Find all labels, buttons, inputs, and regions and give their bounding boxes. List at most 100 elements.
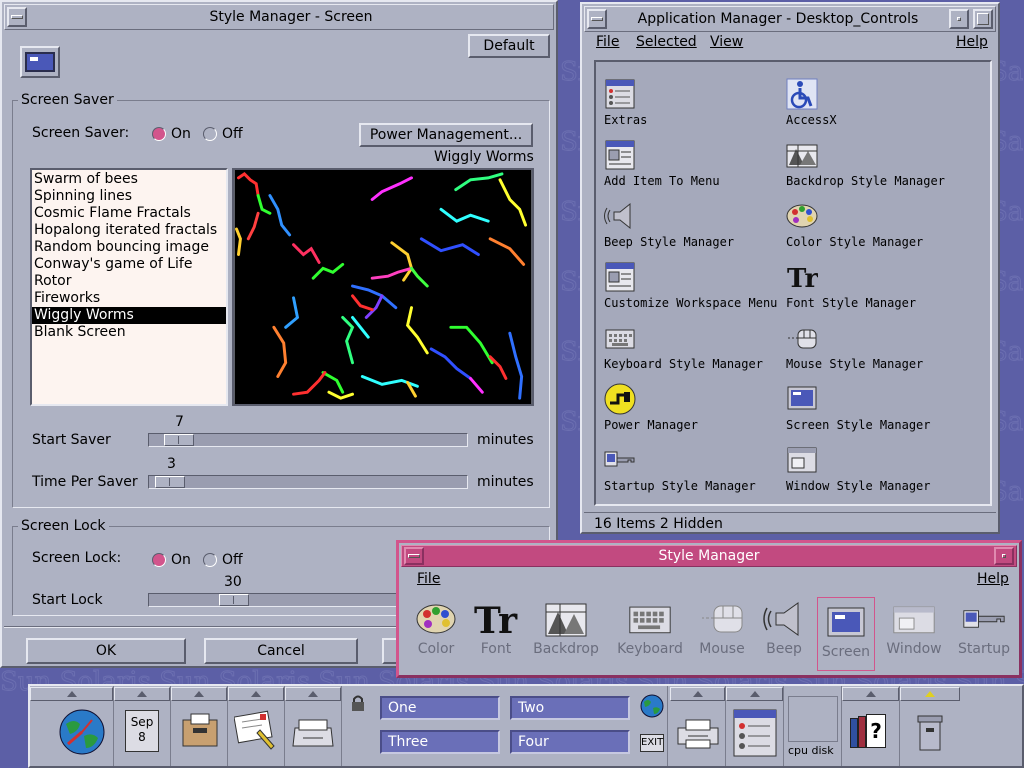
globe-icon[interactable] xyxy=(640,694,664,718)
app-item-backdrop-style-manager[interactable]: Backdrop Style Manager xyxy=(786,139,946,195)
screen-saver-list-item[interactable]: Conway's game of Life xyxy=(32,256,226,273)
screen-saver-list-item[interactable]: Spinning lines xyxy=(32,188,226,205)
panel-cell-printer[interactable] xyxy=(670,686,726,766)
exit-button[interactable]: EXIT xyxy=(640,734,664,752)
subpanel-arrow-icon[interactable] xyxy=(842,687,899,701)
start-saver-slider[interactable] xyxy=(148,433,468,447)
tool-backdrop[interactable]: Backdrop xyxy=(531,595,601,667)
window-titlebar[interactable]: Style Manager xyxy=(401,545,1017,567)
minimize-button[interactable] xyxy=(949,9,969,29)
screen-lock-off-radio[interactable] xyxy=(203,553,217,567)
start-saver-slider-thumb[interactable] xyxy=(164,434,194,446)
workspace-button-four[interactable]: Four xyxy=(510,730,630,754)
power-management-button[interactable]: Power Management... xyxy=(359,123,533,147)
cancel-button[interactable]: Cancel xyxy=(204,638,358,664)
maximize-button[interactable] xyxy=(973,9,993,29)
app-manager-view[interactable]: Extras AccessX Add Item To Menu Backdrop… xyxy=(594,60,992,506)
panel-cell-help[interactable]: ? xyxy=(842,686,900,766)
help-books-icon: ? xyxy=(850,714,892,750)
menu-view[interactable]: View xyxy=(710,34,743,50)
time-per-saver-slider[interactable] xyxy=(148,475,468,489)
app-item-label: Add Item To Menu xyxy=(604,174,720,188)
subpanel-arrow-icon[interactable] xyxy=(285,687,341,701)
app-item-label: Extras xyxy=(604,113,648,127)
panel-cell-calendar[interactable]: Sep 8 xyxy=(114,686,171,766)
app-item-startup-style-manager[interactable]: Startup Style Manager xyxy=(604,444,764,500)
menu-file[interactable]: File xyxy=(596,34,619,50)
app-item-mouse-style-manager[interactable]: Mouse Style Manager xyxy=(786,322,946,378)
app-item-screen-style-manager[interactable]: Screen Style Manager xyxy=(786,383,946,439)
screen-saver-list-item[interactable]: Swarm of bees xyxy=(32,171,226,188)
screen-lock-on-radio[interactable] xyxy=(152,553,166,567)
app-item-accessx[interactable]: AccessX xyxy=(786,78,946,134)
start-lock-slider-thumb[interactable] xyxy=(219,594,249,606)
subpanel-arrow-icon[interactable] xyxy=(726,687,783,701)
window-menu-button[interactable] xyxy=(587,9,607,29)
app-item-customize-workspace-menu[interactable]: Customize Workspace Menu xyxy=(604,261,777,317)
tool-screen[interactable]: Screen xyxy=(817,597,875,671)
svg-text:Tr: Tr xyxy=(474,600,518,638)
app-item-font-style-manager[interactable]: Tr Font Style Manager xyxy=(786,261,946,317)
menu-selected[interactable]: Selected xyxy=(636,34,697,50)
tool-font[interactable]: Tr Font xyxy=(461,595,531,667)
app-item-beep-style-manager[interactable]: Beep Style Manager xyxy=(604,200,764,256)
screen-saver-list[interactable]: Swarm of bees Spinning lines Cosmic Flame … xyxy=(30,168,228,406)
window-menu-button[interactable] xyxy=(7,7,27,27)
tool-keyboard[interactable]: Keyboard xyxy=(615,595,685,667)
panel-cell-files[interactable] xyxy=(171,686,228,766)
screen-lock-off-label: Off xyxy=(222,552,243,568)
panel-cell-clock[interactable] xyxy=(30,686,114,766)
screen-saver-list-item[interactable]: Fireworks xyxy=(32,290,226,307)
app-item-power-manager[interactable]: Power Manager xyxy=(604,383,764,439)
workspace-button-three[interactable]: Three xyxy=(380,730,500,754)
subpanel-arrow-icon[interactable] xyxy=(30,687,113,701)
panel-cell-mail[interactable] xyxy=(228,686,285,766)
subpanel-arrow-icon[interactable] xyxy=(114,687,170,701)
workspace-button-one[interactable]: One xyxy=(380,696,500,720)
subpanel-arrow-icon[interactable] xyxy=(900,687,960,701)
help-question-mark: ? xyxy=(866,714,886,748)
time-per-saver-slider-thumb[interactable] xyxy=(155,476,185,488)
minimize-button[interactable] xyxy=(994,547,1014,565)
subpanel-arrow-icon[interactable] xyxy=(670,687,725,701)
window-titlebar[interactable]: Application Manager - Desktop_Controls xyxy=(584,6,996,32)
workspace-button-two[interactable]: Two xyxy=(510,696,630,720)
subpanel-arrow-icon[interactable] xyxy=(171,687,227,701)
window-titlebar[interactable]: Style Manager - Screen xyxy=(4,4,554,30)
screen-saver-off-radio[interactable] xyxy=(203,127,217,141)
default-button[interactable]: Default xyxy=(468,34,550,58)
screen-saver-list-item[interactable]: Rotor xyxy=(32,273,226,290)
panel-cell-cpu-disk[interactable]: cpu disk xyxy=(784,686,842,766)
window-icon xyxy=(893,606,935,634)
menu-file[interactable]: File xyxy=(417,571,440,587)
menu-help[interactable]: Help xyxy=(977,571,1009,587)
screen-saver-label: Screen Saver: xyxy=(32,125,130,141)
tool-startup[interactable]: Startup xyxy=(949,595,1019,667)
screen-saver-list-item[interactable]: Blank Screen xyxy=(32,324,226,341)
app-item-extras[interactable]: Extras xyxy=(604,78,764,134)
screen-saver-list-item[interactable]: Cosmic Flame Fractals xyxy=(32,205,226,222)
app-item-label: Mouse Style Manager xyxy=(786,357,924,371)
screen-saver-list-item[interactable]: Random bouncing image xyxy=(32,239,226,256)
tool-beep[interactable]: Beep xyxy=(749,595,819,667)
app-item-window-style-manager[interactable]: Window Style Manager xyxy=(786,444,946,500)
window-title: Application Manager - Desktop_Controls xyxy=(637,11,919,27)
panel-cell-trash[interactable] xyxy=(900,686,960,766)
screen-saver-list-item[interactable]: Hopalong iterated fractals xyxy=(32,222,226,239)
app-item-keyboard-style-manager[interactable]: Keyboard Style Manager xyxy=(604,322,764,378)
mouse-icon xyxy=(702,605,743,633)
ok-button[interactable]: OK xyxy=(26,638,186,664)
window-menu-button[interactable] xyxy=(404,547,424,565)
subpanel-arrow-icon[interactable] xyxy=(228,687,284,701)
lock-icon[interactable] xyxy=(350,694,366,712)
tool-window[interactable]: Window xyxy=(879,595,949,667)
tool-mouse[interactable]: Mouse xyxy=(687,595,757,667)
app-item-label: Screen Style Manager xyxy=(786,418,931,432)
menu-help[interactable]: Help xyxy=(956,34,988,50)
panel-cell-printer-tray[interactable] xyxy=(285,686,342,766)
app-item-add-item-to-menu[interactable]: Add Item To Menu xyxy=(604,139,764,195)
app-item-color-style-manager[interactable]: Color Style Manager xyxy=(786,200,946,256)
screen-saver-list-item[interactable]: Wiggly Worms xyxy=(32,307,226,324)
panel-cell-style[interactable] xyxy=(726,686,784,766)
screen-saver-on-radio[interactable] xyxy=(152,127,166,141)
